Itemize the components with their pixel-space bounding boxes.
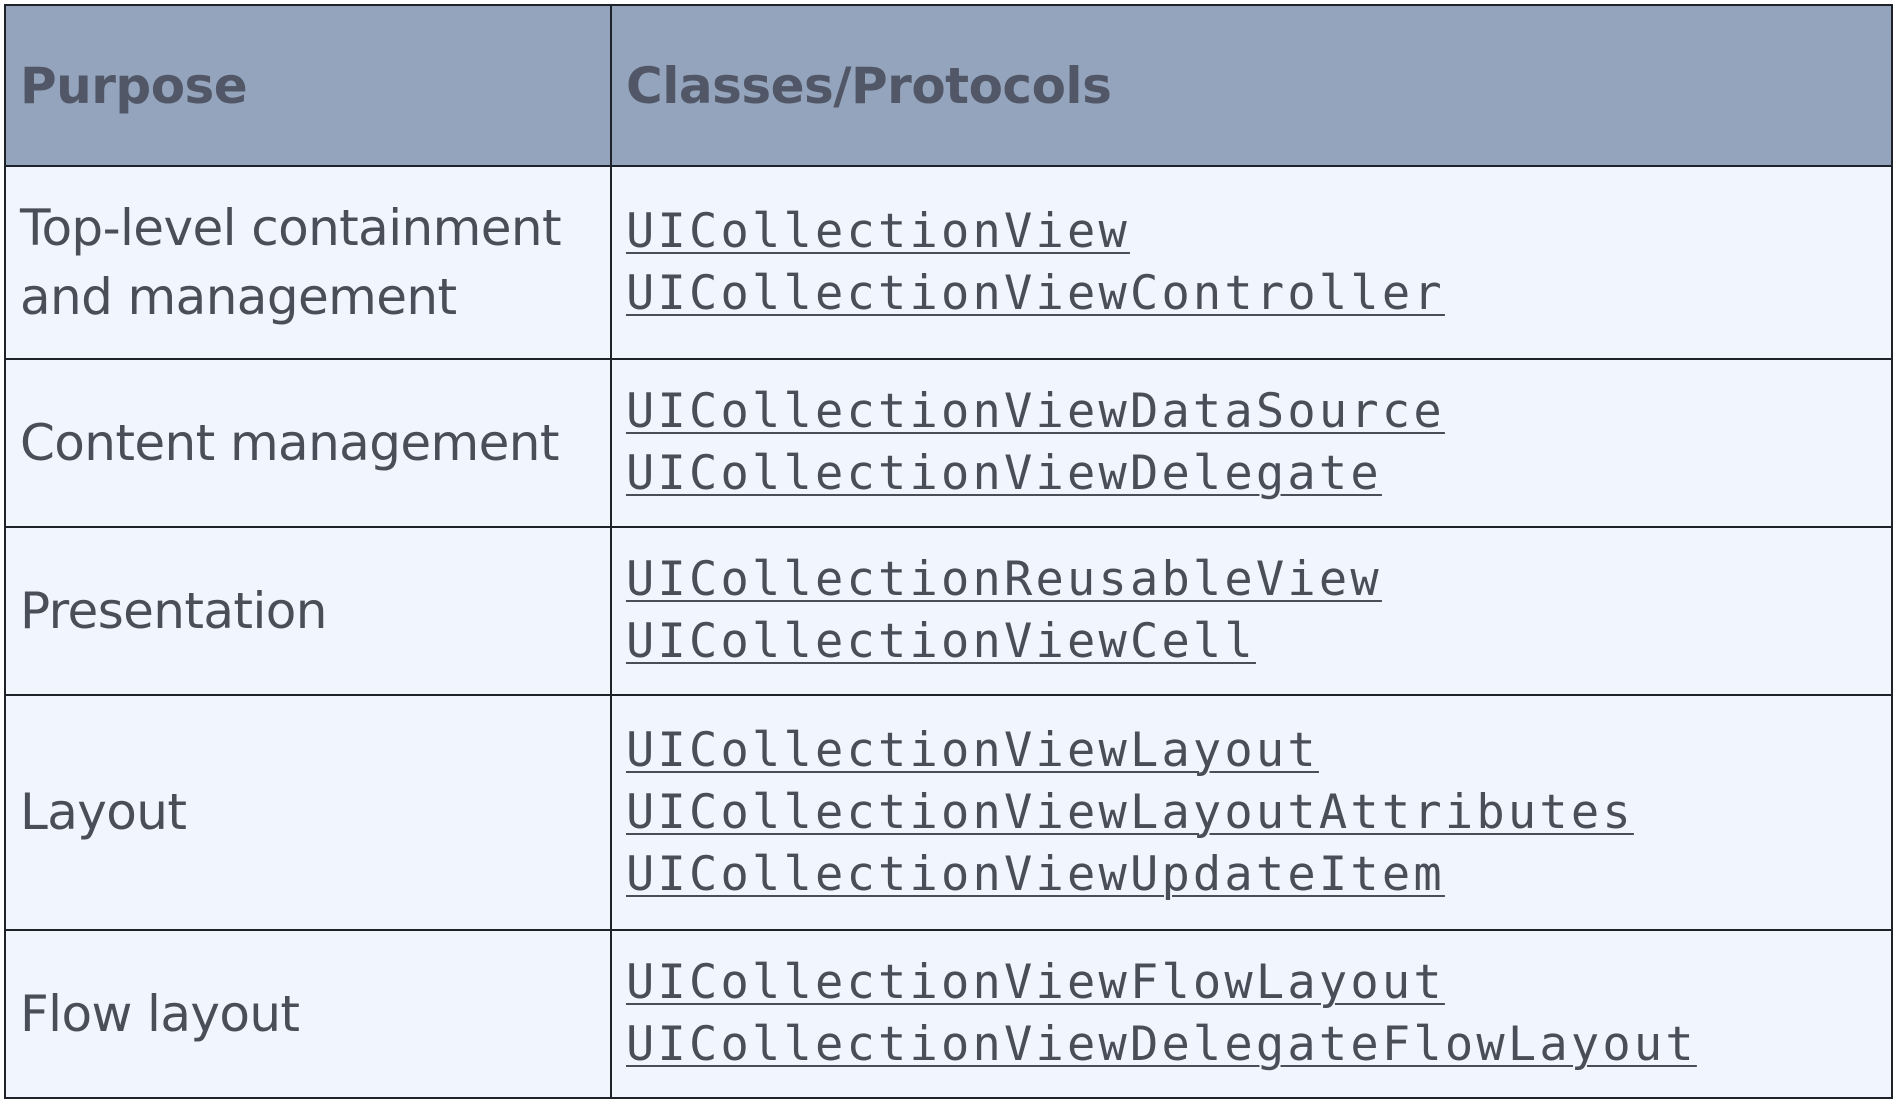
class-link-uicollectionviewcontroller[interactable]: UICollectionViewController	[626, 263, 1875, 325]
purpose-cell: Layout	[4, 694, 612, 931]
class-link-uicollectionviewflowlayout[interactable]: UICollectionViewFlowLayout	[626, 952, 1875, 1014]
classes-cell: UICollectionViewDataSource UICollectionV…	[610, 358, 1893, 528]
classes-cell: UICollectionViewLayout UICollectionViewL…	[610, 694, 1893, 931]
classes-protocols-table: Purpose Classes/Protocols Top-level cont…	[4, 4, 1893, 1099]
purpose-cell: Flow layout	[4, 929, 612, 1099]
purpose-cell: Presentation	[4, 526, 612, 696]
purpose-text: Layout	[20, 783, 187, 841]
class-link-uicollectionviewcell[interactable]: UICollectionViewCell	[626, 611, 1875, 673]
table-row: Content management UICollectionViewDataS…	[4, 358, 1893, 528]
purpose-text: Content management	[20, 413, 559, 472]
class-link-uicollectionviewlayout[interactable]: UICollectionViewLayout	[626, 720, 1875, 782]
purpose-cell: Top-level containment and management	[4, 165, 612, 360]
purpose-text: and management	[20, 267, 457, 326]
class-link-uicollectionviewdelegate[interactable]: UICollectionViewDelegate	[626, 443, 1875, 505]
classes-cell: UICollectionView UICollectionViewControl…	[610, 165, 1893, 360]
table-row: Top-level containment and management UIC…	[4, 165, 1893, 360]
purpose-text: Flow layout	[20, 984, 300, 1043]
table-header-row: Purpose Classes/Protocols	[4, 4, 1893, 167]
table-row: Presentation UICollectionReusableView UI…	[4, 526, 1893, 696]
header-classes-protocols: Classes/Protocols	[610, 4, 1893, 167]
classes-cell: UICollectionViewFlowLayout UICollectionV…	[610, 929, 1893, 1099]
purpose-text: Presentation	[20, 581, 327, 640]
class-link-uicollectionviewdatasource[interactable]: UICollectionViewDataSource	[626, 381, 1875, 443]
header-purpose: Purpose	[4, 4, 612, 167]
class-link-uicollectionviewupdateitem[interactable]: UICollectionViewUpdateItem	[626, 844, 1875, 906]
class-link-uicollectionreusableview[interactable]: UICollectionReusableView	[626, 549, 1875, 611]
classes-cell: UICollectionReusableView UICollectionVie…	[610, 526, 1893, 696]
class-link-uicollectionviewlayoutattributes[interactable]: UICollectionViewLayoutAttributes	[626, 782, 1875, 844]
table-row: Layout UICollectionViewLayout UICollecti…	[4, 694, 1893, 931]
class-link-uicollectionviewdelegateflowlayout[interactable]: UICollectionViewDelegateFlowLayout	[626, 1014, 1875, 1076]
purpose-text: Top-level containment	[20, 198, 562, 257]
table-row: Flow layout UICollectionViewFlowLayout U…	[4, 929, 1893, 1099]
class-link-uicollectionview[interactable]: UICollectionView	[626, 201, 1875, 263]
purpose-cell: Content management	[4, 358, 612, 528]
